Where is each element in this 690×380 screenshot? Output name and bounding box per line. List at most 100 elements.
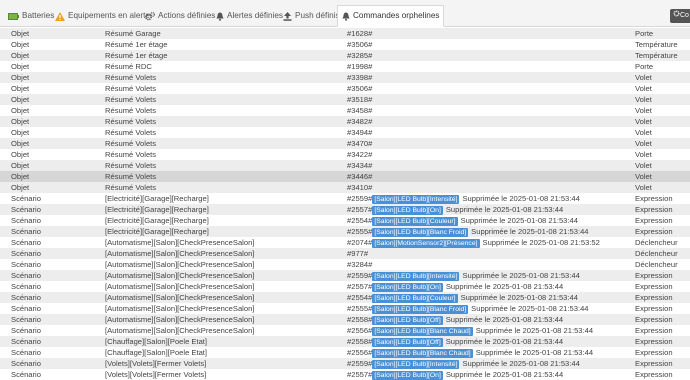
cell-kind: Expression — [635, 359, 673, 368]
command-badge[interactable]: [Salon][LED Bulb][Blanc Chaud] — [372, 327, 473, 336]
tab-label: Batteries — [22, 11, 55, 20]
command-badge[interactable]: [Salon][LED Bulb][Off] — [372, 338, 443, 347]
command-badge[interactable]: [Salon][LED Bulb][Blanc Chaud] — [372, 349, 473, 358]
upload-icon — [283, 11, 292, 21]
cell-name: [Chauffage][Salon][Poele Etat] — [105, 337, 208, 346]
cell-command: #3470# — [347, 138, 372, 149]
cell-type: Objet — [11, 73, 30, 82]
table-row: Objet Résumé Volets #3446# Volet — [0, 171, 690, 182]
tab-commandes-orphelines[interactable]: Commandes orphelines — [337, 5, 445, 27]
command-badge[interactable]: [Salon][LED Bulb][Blanc Froid] — [372, 228, 469, 237]
tab-equipements-en-alerte[interactable]: Equipements en alerte — [51, 5, 154, 27]
cell-kind: Volet — [635, 84, 652, 93]
command-ref: #3285# — [347, 51, 373, 60]
command-badge[interactable]: [Salon][LED Bulb][Intensité] — [372, 360, 460, 369]
command-ref: #2559# — [347, 271, 373, 280]
cell-name: Résumé Volets — [105, 139, 157, 148]
command-ref: #3410# — [347, 183, 373, 192]
command-badge[interactable]: [Salon][LED Bulb][Intensité] — [372, 272, 460, 281]
cell-kind: Déclencheur — [635, 238, 678, 247]
cell-command: #2556# [Salon][LED Bulb][Blanc Chaud] Supp… — [347, 325, 593, 336]
cell-type: Scénario — [11, 293, 41, 302]
command-badge[interactable]: [Salon][LED Bulb][Couleur] — [372, 217, 458, 226]
command-badge[interactable]: [Salon][LED Bulb][Couleur] — [372, 294, 458, 303]
command-badge[interactable]: [Salon][LED Bulb][Off] — [372, 316, 443, 325]
command-badge[interactable]: [Salon][LED Bulb][On] — [372, 283, 443, 292]
cell-type: Objet — [11, 84, 30, 93]
table-row: Scénario [Automatisme][Salon][CheckPresen… — [0, 314, 690, 325]
command-ref: #2558# — [347, 315, 373, 324]
cell-name: [Automatisme][Salon][CheckPresenceSalon] — [105, 271, 255, 280]
cell-command: #3494# — [347, 127, 372, 138]
cell-kind: Expression — [635, 205, 673, 214]
battery-icon — [8, 12, 19, 20]
table-row: Scénario [Automatisme][Salon][CheckPresen… — [0, 325, 690, 336]
command-ref: #2559# — [347, 359, 373, 368]
cell-type: Objet — [11, 161, 30, 170]
cell-command: #3410# — [347, 182, 372, 193]
deleted-date: Supprimée le 2025-01-08 21:53:44 — [445, 370, 564, 379]
cell-command: #2554# [Salon][LED Bulb][Couleur] Supprimé… — [347, 215, 578, 226]
tab-actions-definies[interactable]: Actions définies — [141, 5, 219, 27]
command-ref: #3422# — [347, 150, 373, 159]
cell-command: #1998# — [347, 61, 372, 72]
command-badge[interactable]: [Salon][LED Bulb][Blanc Froid] — [372, 305, 469, 314]
deleted-date: Supprimée le 2025-01-08 21:53:44 — [462, 194, 580, 203]
cell-type: Scénario — [11, 249, 41, 258]
deleted-date: Supprimée le 2025-01-08 21:53:44 — [475, 348, 594, 357]
tab-push-definis[interactable]: Push définis — [279, 5, 344, 27]
cell-type: Objet — [11, 139, 30, 148]
cell-kind: Expression — [635, 326, 673, 335]
table-row: Scénario [Volets][Volets][Fermer Volets] #… — [0, 358, 690, 369]
command-ref: #3506# — [347, 40, 373, 49]
table-row: Objet Résumé RDC #1998# Porte — [0, 61, 690, 72]
table-row: Objet Résumé 1er étage #3285# Température — [0, 50, 690, 61]
deleted-date: Supprimée le 2025-01-08 21:53:44 — [445, 337, 564, 346]
command-ref: #2557# — [347, 205, 373, 214]
command-badge[interactable]: [Salon][LED Bulb][Intensité] — [372, 195, 460, 204]
command-ref: #2557# — [347, 370, 373, 379]
cell-kind: Volet — [635, 172, 652, 181]
command-badge[interactable]: [Salon][LED Bulb][On] — [372, 206, 443, 215]
table-row: Objet Résumé Volets #3398# Volet — [0, 72, 690, 83]
cell-name: Résumé Volets — [105, 95, 157, 104]
cell-command: #2559# [Salon][LED Bulb][Intensité] Suppri… — [347, 193, 580, 204]
cogs-icon — [145, 11, 155, 21]
command-ref: #2559# — [347, 194, 373, 203]
tab-label: Actions définies — [158, 11, 216, 20]
cell-type: Scénario — [11, 337, 41, 346]
cell-type: Scénario — [11, 359, 41, 368]
cell-name: [Volets][Volets][Fermer Volets] — [105, 370, 207, 379]
deleted-date: Supprimée le 2025-01-08 21:53:44 — [462, 271, 580, 280]
tab-bar: Batteries Equipements en alerte Actions … — [0, 0, 690, 27]
command-badge[interactable]: [Salon][MotionSensor2][Présence] — [372, 239, 480, 248]
deleted-date: Supprimée le 2025-01-08 21:53:44 — [445, 205, 564, 214]
tab-alertes-definies[interactable]: Alertes définies — [212, 5, 287, 27]
tab-label: Push définis — [295, 11, 340, 20]
cell-name: [Volets][Volets][Fermer Volets] — [105, 359, 207, 368]
table-row: Scénario [Chauffage][Salon][Poele Etat] #2… — [0, 347, 690, 358]
cell-type: Scénario — [11, 326, 41, 335]
cell-name: [Electricité][Garage][Recharge] — [105, 227, 209, 236]
cell-command: #2074# [Salon][MotionSensor2][Présence] Su… — [347, 237, 600, 248]
command-ref: #2554# — [347, 216, 373, 225]
cell-name: Résumé Garage — [105, 29, 161, 38]
cell-type: Objet — [11, 40, 30, 49]
cogs-icon — [673, 10, 680, 17]
configure-button[interactable]: Co — [670, 9, 690, 23]
command-ref: #3494# — [347, 128, 373, 137]
cell-name: [Electricité][Garage][Recharge] — [105, 194, 209, 203]
cell-command: #977# — [347, 248, 368, 259]
cell-command: #2557# [Salon][LED Bulb][On] Supprimée le … — [347, 369, 563, 380]
cell-name: Résumé Volets — [105, 84, 157, 93]
cell-name: [Automatisme][Salon][CheckPresenceSalon] — [105, 326, 255, 335]
table-row: Objet Résumé Volets #3470# Volet — [0, 138, 690, 149]
deleted-date: Supprimée le 2025-01-08 21:53:44 — [471, 304, 589, 313]
command-ref: #2556# — [347, 326, 373, 335]
table-row: Objet Résumé Volets #3494# Volet — [0, 127, 690, 138]
cell-name: [Automatisme][Salon][CheckPresenceSalon] — [105, 282, 255, 291]
configure-button-label: Co — [680, 12, 689, 19]
cell-name: Résumé Volets — [105, 106, 157, 115]
table-row: Objet Résumé Volets #3518# Volet — [0, 94, 690, 105]
command-ref: #1628# — [347, 29, 373, 38]
